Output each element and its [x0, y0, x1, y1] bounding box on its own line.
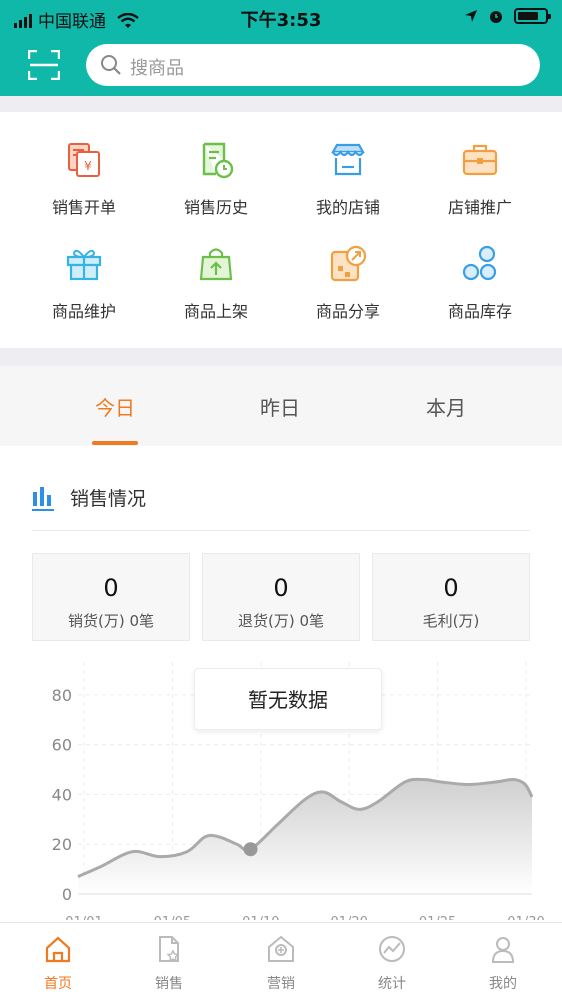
shortcut-sales-history[interactable]: 销售历史 [146, 140, 286, 218]
shortcut-grid: ¥ 销售开单 销售历史 我的店铺 店铺推广 商品维护 商品上架 商品分享 商品库… [0, 112, 562, 348]
marketing-icon [268, 935, 294, 962]
stat-label: 退货(万) 0笔 [237, 612, 325, 630]
x-tick-label: 01/20 [330, 915, 367, 920]
stat-value: 0 [273, 574, 289, 602]
gift-icon [66, 249, 102, 281]
battery-icon [514, 8, 551, 24]
shortcut-product-listing[interactable]: 商品上架 [146, 244, 286, 322]
shortcut-store-promotion[interactable]: 店铺推广 [410, 140, 550, 218]
bag-upload-icon [199, 248, 233, 281]
section-gap [0, 96, 562, 112]
tab-label: 统计 [378, 976, 406, 992]
bar-chart-icon [32, 487, 54, 511]
search-icon [101, 55, 121, 75]
x-tick-label: 01/30 [507, 915, 544, 920]
y-tick-label: 80 [52, 686, 72, 705]
y-tick-label: 20 [52, 835, 72, 854]
tab-home[interactable]: 首页 [13, 935, 103, 993]
tab-label: 首页 [44, 976, 72, 992]
home-icon [45, 936, 71, 963]
tab-statistics[interactable]: 统计 [347, 935, 437, 993]
stat-card-profit: 0 毛利(万) [372, 553, 530, 641]
x-tick-label: 01/10 [242, 915, 279, 920]
active-tab-indicator [92, 441, 138, 445]
tab-label: 我的 [489, 976, 517, 992]
svg-text:¥: ¥ [84, 159, 92, 173]
scan-icon[interactable] [28, 50, 60, 80]
x-tick-label: 01/01 [65, 915, 102, 920]
search-placeholder: 搜商品 [130, 58, 184, 79]
shortcut-product-maintenance[interactable]: 商品维护 [14, 244, 154, 322]
tab-label: 营销 [267, 976, 295, 992]
sales-history-icon [202, 142, 234, 179]
shortcut-inventory[interactable]: 商品库存 [410, 244, 550, 322]
x-tick-label: 01/05 [154, 915, 191, 920]
highlighted-data-point [243, 842, 258, 857]
stat-label: 销货(万) 0笔 [67, 612, 155, 630]
statistics-icon [379, 936, 405, 962]
location-arrow-icon [465, 10, 477, 22]
stat-card-sales: 0 销货(万) 0笔 [32, 553, 190, 641]
tab-yesterday[interactable]: 昨日 [220, 392, 340, 421]
tab-label: 销售 [155, 976, 183, 992]
profile-icon [491, 937, 515, 963]
alarm-icon [490, 11, 502, 23]
bottom-tab-bar: 首页 销售 营销 统计 我的 [0, 922, 562, 996]
shortcut-label: 我的店铺 [315, 198, 380, 217]
section-title: 销售情况 [70, 488, 147, 510]
inventory-icon [462, 245, 497, 281]
tab-this-month[interactable]: 本月 [386, 392, 506, 421]
share-icon [330, 245, 367, 282]
tab-today[interactable]: 今日 [55, 392, 175, 421]
stat-value: 0 [103, 574, 119, 602]
shortcut-label: 店铺推广 [447, 198, 512, 217]
stat-value: 0 [443, 574, 459, 602]
empty-data-tooltip: 暂无数据 [194, 668, 382, 730]
shortcut-label: 商品库存 [447, 302, 512, 321]
shortcut-sales-order[interactable]: ¥ 销售开单 [14, 140, 154, 218]
shortcut-product-share[interactable]: 商品分享 [278, 244, 418, 322]
app-header: 搜商品 [0, 34, 562, 96]
stat-label: 毛利(万) [422, 612, 480, 630]
shortcut-label: 商品上架 [183, 302, 248, 321]
stat-card-returns: 0 退货(万) 0笔 [202, 553, 360, 641]
shortcut-label: 商品维护 [51, 302, 116, 321]
y-tick-label: 0 [62, 885, 72, 904]
tab-profile[interactable]: 我的 [458, 935, 548, 993]
shortcut-my-store[interactable]: 我的店铺 [278, 140, 418, 218]
status-bar: 中国联通 下午3:53 [0, 0, 562, 34]
shortcut-label: 销售历史 [183, 198, 248, 217]
sales-doc-icon [159, 936, 180, 962]
y-tick-label: 40 [52, 785, 72, 804]
shortcut-label: 商品分享 [315, 302, 380, 321]
chart-area-fill [78, 779, 532, 894]
shortcut-label: 销售开单 [51, 198, 116, 217]
search-input[interactable]: 搜商品 [86, 44, 540, 86]
period-tabs: 今日 昨日 本月 [0, 366, 562, 446]
y-tick-label: 60 [52, 736, 72, 755]
tab-sales[interactable]: 销售 [124, 935, 214, 993]
x-tick-label: 01/25 [419, 915, 456, 920]
store-promotion-icon [462, 144, 498, 176]
section-gap [0, 348, 562, 366]
sales-order-icon: ¥ [68, 143, 100, 177]
divider [32, 530, 530, 531]
my-store-icon [331, 143, 365, 176]
tab-marketing[interactable]: 营销 [236, 935, 326, 993]
